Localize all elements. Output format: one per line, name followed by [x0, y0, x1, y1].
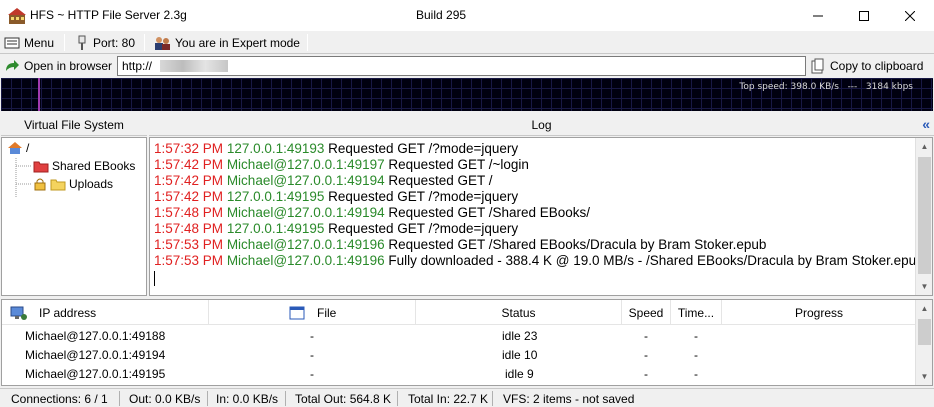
hfs-app-icon: [8, 7, 26, 25]
copy-to-clipboard-label: Copy to clipboard: [830, 58, 924, 73]
status-bar: Connections: 6 / 1 Out: 0.0 KB/s In: 0.0…: [0, 388, 934, 407]
home-icon: [8, 142, 22, 154]
file-window-icon: [289, 306, 305, 319]
vfs-root-label: /: [26, 141, 30, 155]
status-in-speed: In: 0.0 KB/s: [216, 392, 279, 406]
status-total-out: Total Out: 564.8 K: [295, 392, 392, 406]
toolbar-divider: [144, 34, 145, 51]
table-header: IP address File Status Speed Time... Pro…: [2, 300, 916, 325]
port-button[interactable]: Port: 80: [75, 33, 135, 52]
connections-table: IP address File Status Speed Time... Pro…: [1, 299, 933, 386]
graph-dashes: ---: [847, 82, 858, 92]
menu-icon: [4, 37, 20, 48]
menu-button[interactable]: Menu: [4, 33, 54, 52]
red-folder-icon: [33, 161, 49, 172]
vfs-item-label: Uploads: [69, 177, 114, 191]
redacted-address: [160, 60, 228, 72]
status-divider: [119, 391, 120, 406]
status-out-speed: Out: 0.0 KB/s: [129, 392, 201, 406]
menu-label: Menu: [24, 35, 55, 50]
column-speed[interactable]: Speed: [622, 300, 671, 325]
lock-icon: [34, 178, 46, 191]
column-ip-address[interactable]: IP address: [2, 300, 209, 325]
open-in-browser-label: Open in browser: [24, 58, 113, 73]
text-cursor: [154, 271, 155, 286]
copy-to-clipboard-button[interactable]: Copy to clipboard: [810, 56, 923, 75]
log-line: 1:57:42 PM Michael@127.0.0.1:49194 Reque…: [154, 173, 493, 188]
log-scrollbar[interactable]: ▲ ▼: [915, 138, 932, 295]
network-icon: [10, 306, 27, 320]
vfs-panel: Virtual File System / Shared EBooks Uplo…: [1, 114, 147, 296]
main-toolbar: Menu Port: 80 You are in Expert mode: [0, 31, 934, 54]
table-row[interactable]: Michael@127.0.0.1:49195 - idle 9 - -: [2, 365, 916, 384]
scroll-down-icon[interactable]: ▼: [916, 278, 933, 295]
vfs-item-shared-ebooks[interactable]: Shared EBooks: [33, 159, 135, 173]
column-file[interactable]: File: [209, 300, 416, 325]
log-line: 1:57:32 PM 127.0.0.1:49193 Requested GET…: [154, 141, 519, 156]
status-vfs: VFS: 2 items - not saved: [503, 392, 635, 406]
maximize-icon: [859, 10, 869, 21]
folder-icon: [50, 179, 66, 190]
expert-mode-button[interactable]: You are in Expert mode: [153, 33, 300, 52]
status-total-in: Total In: 22.7 K: [408, 392, 489, 406]
vfs-root-node[interactable]: /: [7, 141, 29, 155]
column-progress[interactable]: Progress: [722, 300, 916, 325]
log-line: 1:57:53 PM Michael@127.0.0.1:49196 Fully…: [154, 253, 924, 268]
graph-readout: Top speed: 398.0 KB/s --- 3184 kbps: [739, 82, 913, 92]
bandwidth-graph: Top speed: 398.0 KB/s --- 3184 kbps: [1, 78, 933, 111]
vfs-item-label: Shared EBooks: [52, 159, 136, 173]
status-divider: [207, 391, 208, 406]
scroll-thumb[interactable]: [918, 157, 931, 274]
log-line: 1:57:42 PM 127.0.0.1:49195 Requested GET…: [154, 189, 519, 204]
port-label: Port: 80: [93, 35, 136, 50]
open-browser-icon: [6, 59, 19, 71]
status-divider: [285, 391, 286, 406]
log-panel: Log « 1:57:32 PM 127.0.0.1:49193 Request…: [149, 114, 934, 296]
scroll-down-icon[interactable]: ▼: [916, 368, 933, 385]
status-divider: [492, 391, 493, 406]
scroll-thumb[interactable]: [918, 319, 931, 345]
minimize-icon: [813, 15, 823, 16]
open-in-browser-button[interactable]: Open in browser: [4, 56, 112, 75]
log-area[interactable]: 1:57:32 PM 127.0.0.1:49193 Requested GET…: [149, 137, 933, 296]
build-label: Build 295: [416, 8, 467, 22]
close-button[interactable]: [887, 0, 933, 31]
vfs-header: Virtual File System: [1, 114, 147, 136]
log-line: 1:57:48 PM Michael@127.0.0.1:49194 Reque…: [154, 205, 591, 220]
log-header: Log: [149, 114, 934, 136]
url-toolbar: Open in browser Copy to clipboard: [0, 54, 934, 78]
connections-scrollbar[interactable]: ▲ ▼: [915, 300, 932, 385]
toolbar-divider: [64, 34, 65, 51]
toolbar-divider: [307, 34, 308, 51]
close-icon: [905, 10, 915, 21]
title-bar: HFS ~ HTTP File Server 2.3g Build 295: [0, 0, 934, 31]
vfs-item-uploads[interactable]: Uploads: [33, 177, 113, 191]
graph-spike: [38, 78, 40, 111]
users-icon: [155, 36, 170, 50]
top-speed-label: Top speed: 398.0 KB/s: [739, 82, 839, 92]
table-row[interactable]: Michael@127.0.0.1:49194 - idle 10 - -: [2, 346, 916, 365]
log-line: 1:57:53 PM Michael@127.0.0.1:49196 Reque…: [154, 237, 767, 252]
scroll-up-icon[interactable]: ▲: [916, 300, 933, 317]
status-connections: Connections: 6 / 1: [11, 392, 108, 406]
table-row[interactable]: Michael@127.0.0.1:49188 - idle 23 - -: [2, 327, 916, 346]
vfs-tree[interactable]: / Shared EBooks Uploads: [1, 137, 147, 296]
column-status[interactable]: Status: [416, 300, 622, 325]
column-time[interactable]: Time...: [671, 300, 722, 325]
collapse-chevron-icon[interactable]: «: [922, 116, 930, 132]
mode-label: You are in Expert mode: [175, 35, 300, 50]
log-line: 1:57:42 PM Michael@127.0.0.1:49197 Reque…: [154, 157, 529, 172]
log-line: 1:57:48 PM 127.0.0.1:49195 Requested GET…: [154, 221, 519, 236]
minimize-button[interactable]: [795, 0, 841, 31]
status-divider: [397, 391, 398, 406]
window-title: HFS ~ HTTP File Server 2.3g: [30, 8, 187, 22]
plug-icon: [78, 35, 86, 50]
kbps-label: 3184 kbps: [865, 82, 913, 92]
clipboard-icon: [811, 58, 824, 73]
scroll-up-icon[interactable]: ▲: [916, 138, 933, 155]
maximize-button[interactable]: [841, 0, 887, 31]
